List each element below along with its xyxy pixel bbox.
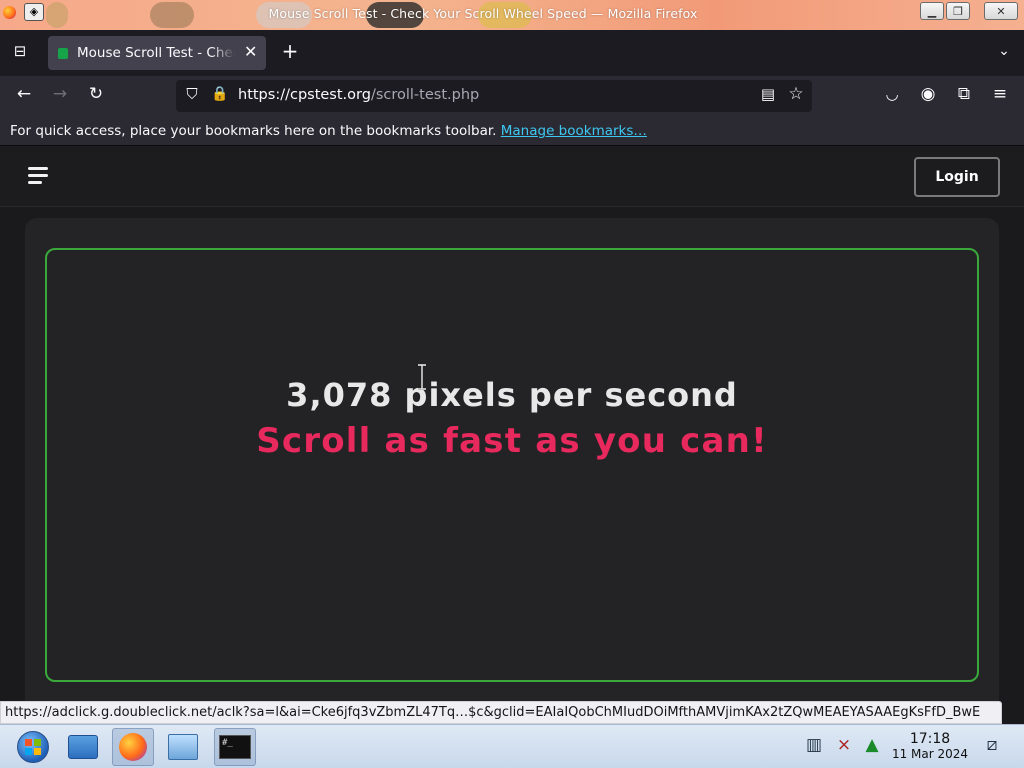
tray-network-off-icon[interactable]: ⨯	[832, 735, 856, 759]
list-all-tabs-icon[interactable]: ⌄	[992, 41, 1016, 65]
minimize-button[interactable]: ▁	[920, 2, 944, 20]
scroll-test-area[interactable]: 3,078 pixels per second Scroll as fast a…	[45, 248, 979, 682]
url-text[interactable]: https://cpstest.org/scroll-test.php	[238, 87, 479, 103]
new-tab-icon[interactable]: +	[278, 41, 302, 65]
manage-bookmarks-link[interactable]: Manage bookmarks…	[501, 123, 647, 139]
control-panel-icon[interactable]	[162, 728, 204, 766]
reader-view-icon[interactable]: ▤	[756, 84, 780, 108]
start-button[interactable]	[12, 728, 54, 766]
window-titlebar: ◈ Mouse Scroll Test - Check Your Scroll …	[0, 0, 1024, 30]
scroll-speed-readout: 3,078 pixels per second	[286, 376, 738, 414]
back-icon[interactable]: ←	[12, 84, 36, 108]
system-clock[interactable]: 17:18 11 Mar 2024	[890, 731, 970, 761]
tab-strip: ⊟ Mouse Scroll Test - Check Your Scroll …	[0, 30, 1024, 76]
site-menu-icon[interactable]	[28, 167, 48, 185]
clock-time: 17:18	[909, 731, 951, 747]
window-title: Mouse Scroll Test - Check Your Scroll Wh…	[268, 6, 698, 21]
pocket-icon[interactable]: ◡	[880, 84, 904, 108]
login-button[interactable]: Login	[914, 157, 1000, 197]
scroll-instruction: Scroll as fast as you can!	[256, 421, 768, 461]
lock-icon[interactable]: 🔒	[208, 84, 232, 108]
site-header: Login	[0, 147, 1024, 207]
tray-update-icon[interactable]: ▲	[860, 735, 884, 759]
address-bar[interactable]: ⛉ 🔒 https://cpstest.org/scroll-test.php …	[176, 80, 812, 112]
bookmarks-message: For quick access, place your bookmarks h…	[10, 123, 497, 139]
terminal-icon[interactable]: #_	[214, 728, 256, 766]
tray-notes-icon[interactable]: ▥	[802, 735, 826, 759]
status-link-preview: https://adclick.g.doubleclick.net/aclk?s…	[0, 701, 1002, 724]
show-desktop-icon[interactable]: ⧄	[980, 735, 1004, 759]
file-manager-icon[interactable]	[62, 728, 104, 766]
taskbar: #_ ▥ ⨯ ▲ 17:18 11 Mar 2024 ⧄	[0, 724, 1024, 768]
tab-close-icon[interactable]: ✕	[244, 42, 257, 61]
tab-scroll-test[interactable]: Mouse Scroll Test - Check Your Scroll Wh…	[48, 36, 266, 70]
forward-icon[interactable]: →	[48, 84, 72, 108]
reload-icon[interactable]: ↻	[84, 84, 108, 108]
url-path: /scroll-test.php	[370, 87, 480, 103]
tracking-protection-shield-icon[interactable]: ⛉	[180, 84, 204, 108]
url-host: https://cpstest.org	[238, 87, 371, 103]
navigation-toolbar: ← → ↻ ⛉ 🔒 https://cpstest.org/scroll-tes…	[0, 76, 1024, 116]
firefox-taskbar-icon[interactable]	[112, 728, 154, 766]
windows-logo-icon	[17, 731, 49, 763]
close-button[interactable]: ✕	[984, 2, 1018, 20]
bookmarks-toolbar: For quick access, place your bookmarks h…	[0, 116, 1024, 146]
page-content: Login 3,078 pixels per second Scroll as …	[0, 147, 1024, 724]
test-card: 3,078 pixels per second Scroll as fast a…	[25, 218, 999, 724]
bookmarks-hint: For quick access, place your bookmarks h…	[10, 123, 647, 139]
account-icon[interactable]: ◉	[916, 84, 940, 108]
bookmark-star-icon[interactable]: ☆	[784, 84, 808, 108]
site-favicon-icon	[58, 48, 68, 59]
tab-label: Mouse Scroll Test - Check Your Scroll Wh…	[77, 45, 235, 61]
tab-manager-icon[interactable]: ⊟	[8, 41, 32, 65]
maximize-button[interactable]: ❐	[946, 2, 970, 20]
menu-hamburger-icon[interactable]: ≡	[988, 84, 1012, 108]
text-cursor-icon	[416, 363, 428, 391]
clock-date: 11 Mar 2024	[891, 747, 969, 761]
extensions-icon[interactable]: ⧉	[952, 84, 976, 108]
